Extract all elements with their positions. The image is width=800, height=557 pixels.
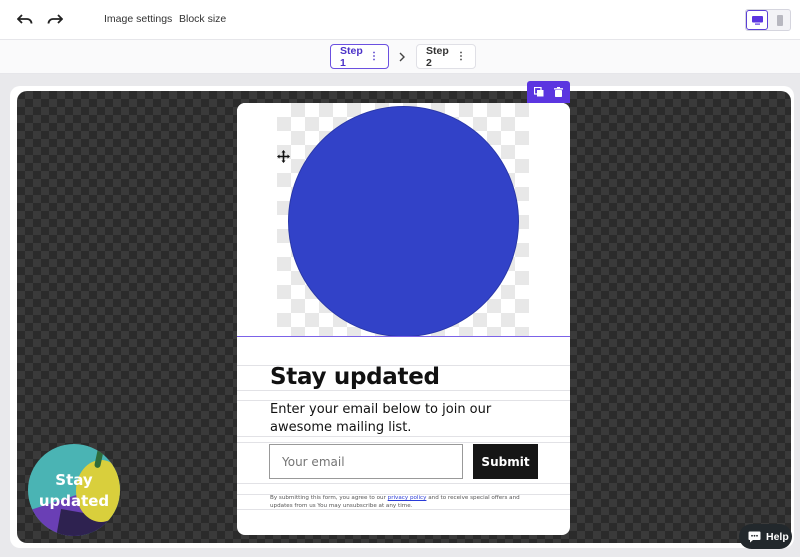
duplicate-icon <box>534 87 544 97</box>
redo-button[interactable] <box>42 8 68 32</box>
step-2-label: Step 2 <box>426 44 449 69</box>
step-2-tab[interactable]: Step 2 ⋮ <box>416 44 476 69</box>
move-icon[interactable] <box>277 150 290 163</box>
guide-line <box>237 442 570 443</box>
desktop-view-button[interactable] <box>746 10 768 30</box>
block-actions <box>527 81 570 103</box>
popup-card: Stay updated Enter your email below to j… <box>237 103 570 535</box>
circle-image[interactable] <box>288 106 519 337</box>
submit-button[interactable]: Submit <box>473 444 538 479</box>
popup-title[interactable]: Stay updated <box>270 364 440 390</box>
chat-icon <box>748 531 761 542</box>
image-settings-tab[interactable]: Image settings <box>104 13 172 25</box>
undo-icon <box>17 14 33 24</box>
email-field[interactable] <box>269 444 463 479</box>
top-toolbar: Image settings Block size <box>0 0 800 40</box>
mobile-view-button[interactable] <box>769 10 791 30</box>
desktop-icon <box>751 15 763 25</box>
teaser-line-2: updated <box>38 492 110 510</box>
step-bar: Step 1 ⋮ Step 2 ⋮ <box>0 40 800 74</box>
step-1-label: Step 1 <box>340 44 363 69</box>
selection-line <box>237 336 570 337</box>
step-1-tab[interactable]: Step 1 ⋮ <box>330 44 389 69</box>
legal-text-before: By submitting this form, you agree to ou… <box>270 495 388 501</box>
popup-subtitle[interactable]: Enter your email below to join our aweso… <box>270 401 530 437</box>
legal-text[interactable]: By submitting this form, you agree to ou… <box>270 495 540 510</box>
teaser-text: Stay updated <box>28 470 120 512</box>
step-1-menu-icon[interactable]: ⋮ <box>369 51 379 62</box>
help-label: Help <box>766 530 789 543</box>
step-2-menu-icon[interactable]: ⋮ <box>456 51 466 62</box>
delete-icon <box>553 87 563 97</box>
guide-line <box>237 483 570 484</box>
block-size-tab[interactable]: Block size <box>179 13 226 25</box>
privacy-policy-link[interactable]: privacy policy <box>388 495 427 501</box>
delete-block-button[interactable] <box>551 85 565 99</box>
redo-icon <box>47 14 63 24</box>
chevron-right-icon <box>399 52 405 62</box>
teaser-bubble[interactable]: Stay updated <box>28 444 120 536</box>
guide-line <box>237 390 570 391</box>
image-block[interactable] <box>237 103 570 337</box>
teaser-line-1: Stay <box>55 471 93 489</box>
duplicate-block-button[interactable] <box>532 85 546 99</box>
mobile-icon <box>777 14 783 26</box>
help-button[interactable]: Help <box>739 524 792 549</box>
undo-button[interactable] <box>12 8 38 32</box>
device-toggle <box>745 9 791 31</box>
